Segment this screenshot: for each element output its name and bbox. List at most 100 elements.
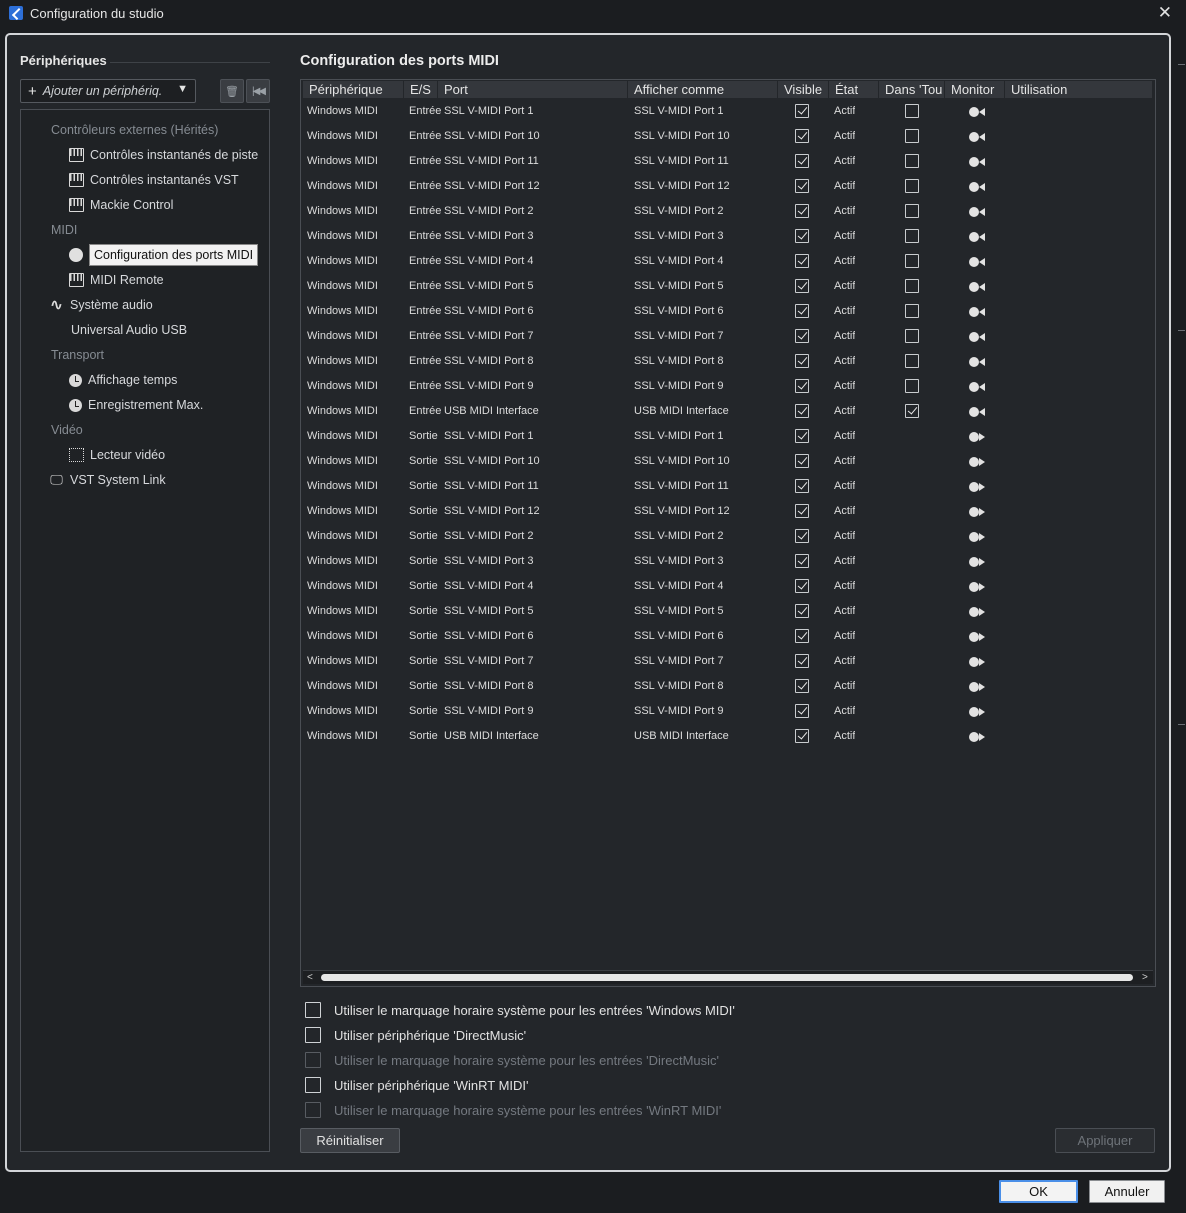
option-row[interactable]: Utiliser périphérique 'WinRT MIDI' (305, 1075, 529, 1095)
table-row[interactable]: Windows MIDI Entrée SSL V-MIDI Port 2 SSL V… (303, 199, 1153, 224)
table-row[interactable]: Windows MIDI Entrée SSL V-MIDI Port 12 SSL … (303, 174, 1153, 199)
midi-input-monitor-icon[interactable] (969, 282, 987, 292)
display-as-cell[interactable]: USB MIDI Interface (634, 399, 729, 424)
in-all-inputs-checkbox[interactable] (905, 229, 919, 243)
midi-output-monitor-icon[interactable] (969, 582, 987, 592)
display-as-cell[interactable]: SSL V-MIDI Port 12 (634, 174, 730, 199)
table-row[interactable]: Windows MIDI Sortie SSL V-MIDI Port 6 SSL V… (303, 624, 1153, 649)
midi-input-monitor-icon[interactable] (969, 357, 987, 367)
visible-checkbox[interactable] (795, 354, 809, 368)
midi-output-monitor-icon[interactable] (969, 682, 987, 692)
in-all-inputs-checkbox[interactable] (905, 379, 919, 393)
table-row[interactable]: Windows MIDI Sortie SSL V-MIDI Port 10 SSL … (303, 449, 1153, 474)
reset-button[interactable]: Réinitialiser (300, 1128, 400, 1153)
add-device-dropdown[interactable]: + Ajouter un périphériq. ▼ (20, 79, 196, 103)
table-row[interactable]: Windows MIDI Sortie SSL V-MIDI Port 9 SSL V… (303, 699, 1153, 724)
midi-output-monitor-icon[interactable] (969, 557, 987, 567)
tree-item[interactable]: Contrôles instantanés VST (69, 171, 239, 189)
tree-item[interactable]: 🖵 VST System Link (49, 471, 165, 489)
midi-input-monitor-icon[interactable] (969, 382, 987, 392)
midi-output-monitor-icon[interactable] (969, 507, 987, 517)
midi-input-monitor-icon[interactable] (969, 132, 987, 142)
visible-checkbox[interactable] (795, 704, 809, 718)
midi-output-monitor-icon[interactable] (969, 657, 987, 667)
display-as-cell[interactable]: SSL V-MIDI Port 8 (634, 674, 723, 699)
in-all-inputs-checkbox[interactable] (905, 104, 919, 118)
display-as-cell[interactable]: SSL V-MIDI Port 6 (634, 624, 723, 649)
display-as-cell[interactable]: SSL V-MIDI Port 4 (634, 249, 723, 274)
scroll-right-icon[interactable]: > (1142, 971, 1148, 984)
midi-input-monitor-icon[interactable] (969, 157, 987, 167)
in-all-inputs-checkbox[interactable] (905, 129, 919, 143)
table-row[interactable]: Windows MIDI Entrée SSL V-MIDI Port 4 SSL V… (303, 249, 1153, 274)
display-as-cell[interactable]: SSL V-MIDI Port 10 (634, 124, 730, 149)
table-row[interactable]: Windows MIDI Entrée SSL V-MIDI Port 9 SSL V… (303, 374, 1153, 399)
midi-output-monitor-icon[interactable] (969, 482, 987, 492)
scrollbar-thumb[interactable] (321, 974, 1133, 981)
column-header[interactable]: Visible (778, 81, 829, 98)
tree-item[interactable]: Contrôles instantanés de piste (69, 146, 258, 164)
column-header[interactable]: Port (438, 81, 628, 98)
in-all-inputs-checkbox[interactable] (905, 354, 919, 368)
display-as-cell[interactable]: SSL V-MIDI Port 9 (634, 699, 723, 724)
table-row[interactable]: Windows MIDI Sortie SSL V-MIDI Port 3 SSL V… (303, 549, 1153, 574)
display-as-cell[interactable]: SSL V-MIDI Port 5 (634, 274, 723, 299)
column-header[interactable]: Périphérique (303, 81, 404, 98)
table-row[interactable]: Windows MIDI Entrée SSL V-MIDI Port 3 SSL V… (303, 224, 1153, 249)
scroll-left-icon[interactable]: < (307, 971, 313, 984)
table-row[interactable]: Windows MIDI Sortie SSL V-MIDI Port 8 SSL V… (303, 674, 1153, 699)
table-row[interactable]: Windows MIDI Sortie SSL V-MIDI Port 4 SSL V… (303, 574, 1153, 599)
table-row[interactable]: Windows MIDI Sortie SSL V-MIDI Port 2 SSL V… (303, 524, 1153, 549)
visible-checkbox[interactable] (795, 179, 809, 193)
table-row[interactable]: Windows MIDI Sortie SSL V-MIDI Port 5 SSL V… (303, 599, 1153, 624)
midi-output-monitor-icon[interactable] (969, 732, 987, 742)
in-all-inputs-checkbox[interactable] (905, 254, 919, 268)
midi-input-monitor-icon[interactable] (969, 307, 987, 317)
ok-button[interactable]: OK (999, 1180, 1078, 1203)
table-row[interactable]: Windows MIDI Entrée SSL V-MIDI Port 6 SSL V… (303, 299, 1153, 324)
visible-checkbox[interactable] (795, 129, 809, 143)
midi-input-monitor-icon[interactable] (969, 182, 987, 192)
midi-input-monitor-icon[interactable] (969, 407, 987, 417)
in-all-inputs-checkbox[interactable] (905, 304, 919, 318)
horizontal-scrollbar[interactable]: < > (303, 970, 1153, 984)
midi-output-monitor-icon[interactable] (969, 432, 987, 442)
midi-output-monitor-icon[interactable] (969, 532, 987, 542)
table-row[interactable]: Windows MIDI Sortie SSL V-MIDI Port 11 SSL … (303, 474, 1153, 499)
midi-input-monitor-icon[interactable] (969, 107, 987, 117)
delete-device-button[interactable]: 🗑 (220, 79, 244, 103)
in-all-inputs-checkbox[interactable] (905, 329, 919, 343)
midi-output-monitor-icon[interactable] (969, 632, 987, 642)
visible-checkbox[interactable] (795, 104, 809, 118)
midi-input-monitor-icon[interactable] (969, 232, 987, 242)
tree-item[interactable]: Affichage temps (69, 371, 177, 389)
in-all-inputs-checkbox[interactable] (905, 154, 919, 168)
tree-item[interactable]: Configuration des ports MIDI (69, 244, 259, 266)
column-header[interactable]: État (829, 81, 879, 98)
table-row[interactable]: Windows MIDI Entrée SSL V-MIDI Port 5 SSL V… (303, 274, 1153, 299)
visible-checkbox[interactable] (795, 479, 809, 493)
in-all-inputs-checkbox[interactable] (905, 204, 919, 218)
close-icon[interactable]: ✕ (1158, 3, 1172, 23)
tree-item[interactable]: MIDI Remote (69, 271, 164, 289)
display-as-cell[interactable]: SSL V-MIDI Port 5 (634, 599, 723, 624)
display-as-cell[interactable]: SSL V-MIDI Port 7 (634, 649, 723, 674)
display-as-cell[interactable]: SSL V-MIDI Port 11 (634, 474, 729, 499)
display-as-cell[interactable]: SSL V-MIDI Port 12 (634, 499, 730, 524)
column-header[interactable]: Afficher comme (628, 81, 778, 98)
midi-output-monitor-icon[interactable] (969, 457, 987, 467)
in-all-inputs-checkbox[interactable] (905, 404, 919, 418)
display-as-cell[interactable]: SSL V-MIDI Port 10 (634, 449, 730, 474)
column-header[interactable]: Monitor (945, 81, 1005, 98)
visible-checkbox[interactable] (795, 204, 809, 218)
tree-item[interactable]: Universal Audio USB (71, 321, 187, 339)
display-as-cell[interactable]: SSL V-MIDI Port 2 (634, 524, 723, 549)
display-as-cell[interactable]: USB MIDI Interface (634, 724, 729, 749)
display-as-cell[interactable]: SSL V-MIDI Port 11 (634, 149, 729, 174)
in-all-inputs-checkbox[interactable] (905, 179, 919, 193)
devices-tree[interactable]: Contrôleurs externes (Hérités) Contrôles … (20, 109, 270, 1152)
display-as-cell[interactable]: SSL V-MIDI Port 1 (634, 99, 723, 124)
table-row[interactable]: Windows MIDI Entrée USB MIDI Interface USB … (303, 399, 1153, 424)
midi-input-monitor-icon[interactable] (969, 332, 987, 342)
visible-checkbox[interactable] (795, 154, 809, 168)
